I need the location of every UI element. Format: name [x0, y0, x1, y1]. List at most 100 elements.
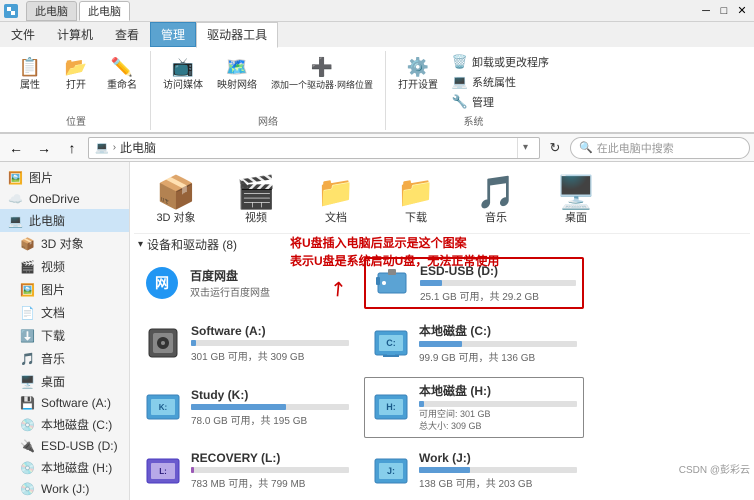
sidebar-item-pics[interactable]: 🖼️ 图片: [0, 278, 129, 301]
refresh-button[interactable]: ↻: [544, 137, 566, 159]
sidebar-item-pictures-label: 图片: [29, 169, 53, 186]
software-detail: 301 GB 可用，共 309 GB: [191, 348, 349, 363]
sidebar-item-docs[interactable]: 📄 文档: [0, 301, 129, 324]
content-area: 📦 3D 对象 🎬 视频 📁 文档 📁 下载 🎵 音乐: [130, 162, 754, 500]
sidebar-item-j-label: Work (J:): [41, 482, 89, 496]
folder-3d-label: 3D 对象: [156, 212, 195, 225]
ribbon-tab-view[interactable]: 查看: [104, 22, 150, 47]
recovery-bar-container: [191, 467, 349, 473]
sidebar-item-this-pc[interactable]: 💻 此电脑: [0, 209, 129, 232]
up-button[interactable]: ↑: [60, 137, 84, 159]
folder-desktop-label: 桌面: [565, 212, 587, 225]
ribbon-btn-sys-props[interactable]: 💻 系统属性: [448, 73, 553, 91]
pics-icon: 🖼️: [20, 283, 35, 297]
sidebar-item-video[interactable]: 🎬 视频: [0, 255, 129, 278]
baidu-info: 百度网盘 双击运行百度网盘: [190, 267, 350, 299]
ribbon-btn-map-network-label: 映射网络: [217, 80, 257, 92]
ribbon-btn-add-drive-label: 添加一个驱动器·网络位置: [271, 80, 373, 91]
ribbon-btn-uninstall[interactable]: 🗑️ 卸载或更改程序: [448, 53, 553, 71]
ribbon-btn-open[interactable]: 📂 打开: [56, 53, 96, 94]
minimize-button[interactable]: ─: [698, 3, 714, 19]
address-dropdown-btn[interactable]: ▾: [517, 138, 533, 158]
c-drive-bar: [419, 341, 462, 347]
j-drive-icon: 💿: [20, 482, 35, 496]
music-icon: 🎵: [20, 352, 35, 366]
ribbon-btn-add-drive[interactable]: ➕ 添加一个驱动器·网络位置: [267, 53, 377, 93]
recovery-icon: L:: [143, 451, 183, 491]
c-drive-item-icon: C:: [371, 323, 411, 363]
sidebar-item-d[interactable]: 🔌 ESD-USB (D:): [0, 436, 129, 456]
folders-grid: 📦 3D 对象 🎬 视频 📁 文档 📁 下载 🎵 音乐: [134, 166, 750, 234]
forward-button[interactable]: →: [32, 137, 56, 159]
sidebar-item-3d[interactable]: 📦 3D 对象: [0, 232, 129, 255]
drive-item-esd-usb[interactable]: ESD-USB (D:) 25.1 GB 可用，共 29.2 GB: [364, 257, 584, 309]
main-layout: 🖼️ 图片 ☁️ OneDrive 💻 此电脑 📦 3D 对象 🎬 视频 🖼️: [0, 162, 754, 500]
software-bar-container: [191, 340, 349, 346]
drives-grid: 网 百度网盘 双击运行百度网盘: [134, 255, 750, 497]
drive-item-recovery[interactable]: L: RECOVERY (L:) 783 MB 可用，共 799 MB: [136, 446, 356, 496]
ribbon-btn-media[interactable]: 📺 访问媒体: [159, 53, 207, 94]
esd-usb-detail: 25.1 GB 可用，共 29.2 GB: [420, 288, 576, 303]
sidebar-item-h[interactable]: 💿 本地磁盘 (H:): [0, 456, 129, 479]
sidebar-item-c[interactable]: 💿 本地磁盘 (C:): [0, 413, 129, 436]
sidebar-item-onedrive[interactable]: ☁️ OneDrive: [0, 189, 129, 209]
folder-item-video[interactable]: 🎬 视频: [216, 168, 296, 229]
ribbon-btn-map-network[interactable]: 🗺️ 映射网络: [213, 53, 261, 94]
devices-section-label: 设备和驱动器 (8): [147, 236, 237, 253]
drive-item-c[interactable]: C: 本地磁盘 (C:) 99.9 GB 可用，共 136 GB: [364, 317, 584, 369]
watermark: CSDN @彭彩云: [679, 461, 750, 476]
recovery-info: RECOVERY (L:) 783 MB 可用，共 799 MB: [191, 451, 349, 490]
folder-music-icon: 🎵: [476, 172, 516, 212]
sidebar-item-software[interactable]: 💾 Software (A:): [0, 393, 129, 413]
docs-icon: 📄: [20, 306, 35, 320]
properties-icon: 📋: [18, 55, 42, 79]
folder-item-music[interactable]: 🎵 音乐: [456, 168, 536, 229]
uninstall-icon: 🗑️: [452, 54, 468, 70]
devices-chevron-icon: ▾: [138, 239, 143, 250]
ribbon-btn-properties[interactable]: 📋 属性: [10, 53, 50, 94]
toolbar: ← → ↑ 💻 › 此电脑 ▾ ↻ 🔍 在此电脑中搜索: [0, 134, 754, 162]
drive-item-study[interactable]: K: Study (K:) 78.0 GB 可用，共 195 GB: [136, 377, 356, 437]
onedrive-icon: ☁️: [8, 192, 23, 206]
folder-item-3d[interactable]: 📦 3D 对象: [136, 168, 216, 229]
close-button[interactable]: ✕: [734, 3, 750, 19]
ribbon-tab-manage[interactable]: 管理: [150, 22, 196, 47]
search-bar[interactable]: 🔍 在此电脑中搜索: [570, 137, 750, 159]
maximize-button[interactable]: □: [716, 3, 732, 19]
sidebar-item-desktop[interactable]: 🖥️ 桌面: [0, 370, 129, 393]
drive-item-work[interactable]: J: Work (J:) 138 GB 可用，共 203 GB: [364, 446, 584, 496]
sidebar-item-onedrive-label: OneDrive: [29, 192, 80, 206]
ribbon-btn-manage[interactable]: 🔧 管理: [448, 93, 553, 111]
ribbon-tab-drive-tools[interactable]: 驱动器工具: [196, 22, 278, 48]
c-drive-info: 本地磁盘 (C:) 99.9 GB 可用，共 136 GB: [419, 322, 577, 364]
title-tab-2[interactable]: 此电脑: [79, 1, 130, 21]
ribbon-tab-file[interactable]: 文件: [0, 22, 46, 47]
sidebar-item-j[interactable]: 💿 Work (J:): [0, 479, 129, 499]
folder-item-doc[interactable]: 📁 文档: [296, 168, 376, 229]
folder-3d-icon: 📦: [156, 172, 196, 212]
study-drive-icon: K:: [143, 387, 183, 427]
app-icon: [4, 4, 18, 18]
ribbon-group-system: ⚙️ 打开设置 🗑️ 卸载或更改程序 💻 系统属性 🔧: [386, 51, 561, 130]
sidebar-item-music[interactable]: 🎵 音乐: [0, 347, 129, 370]
folder-item-desktop[interactable]: 🖥️ 桌面: [536, 168, 616, 229]
map-network-icon: 🗺️: [225, 55, 249, 79]
back-button[interactable]: ←: [4, 137, 28, 159]
drive-item-software[interactable]: Software (A:) 301 GB 可用，共 309 GB: [136, 317, 356, 369]
title-tab-1[interactable]: 此电脑: [26, 1, 77, 21]
sidebar-item-pictures[interactable]: 🖼️ 图片: [0, 166, 129, 189]
sidebar-item-downloads[interactable]: ⬇️ 下载: [0, 324, 129, 347]
d-drive-icon: 🔌: [20, 439, 35, 453]
ribbon-btn-rename[interactable]: ✏️ 重命名: [102, 53, 142, 94]
this-pc-icon: 💻: [8, 214, 23, 228]
ribbon-btn-settings[interactable]: ⚙️ 打开设置: [394, 53, 442, 94]
folder-item-download[interactable]: 📁 下载: [376, 168, 456, 229]
sidebar-item-d-label: ESD-USB (D:): [41, 439, 118, 453]
baidu-drive-item[interactable]: 网 百度网盘 双击运行百度网盘: [136, 257, 356, 309]
ribbon-tab-computer[interactable]: 计算机: [46, 22, 104, 47]
address-bar[interactable]: 💻 › 此电脑 ▾: [88, 137, 540, 159]
devices-section-header[interactable]: ▾ 设备和驱动器 (8): [134, 234, 750, 255]
drive-item-h[interactable]: H: 本地磁盘 (H:) 可用空间: 301 GB 总大小: 309 GB: [364, 377, 584, 437]
ribbon: 文件 计算机 查看 管理 驱动器工具 📋 属性 📂 打开: [0, 22, 754, 134]
esd-usb-icon: [372, 263, 412, 303]
